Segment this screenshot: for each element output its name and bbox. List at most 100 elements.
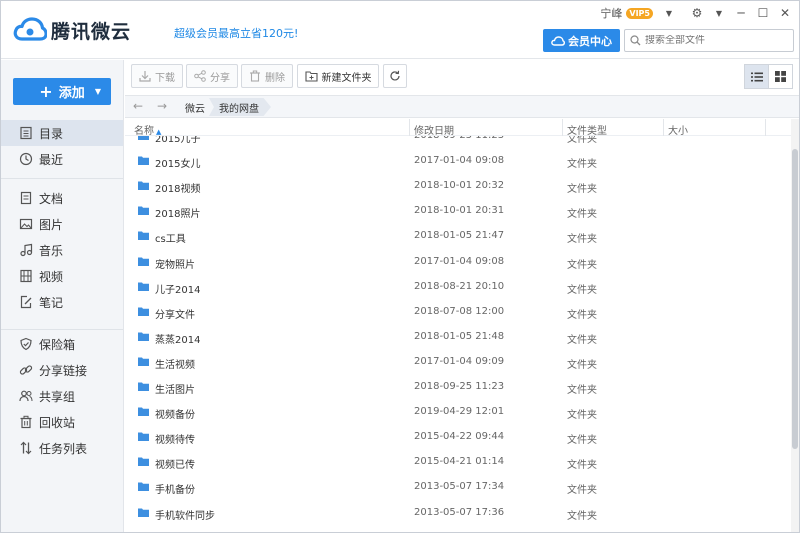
sidebar-item-label: 音乐 (39, 243, 64, 258)
refresh-button[interactable] (383, 64, 407, 88)
sidebar-item-label: 笔记 (39, 295, 64, 310)
sidebar-item-images[interactable]: 图片 (1, 211, 123, 237)
sidebar-item-recent[interactable]: 最近 (1, 146, 123, 172)
file-row[interactable]: 生活视频 2017-01-04 09:09 文件夹 (125, 350, 791, 375)
add-dropdown-icon[interactable]: ▼ (95, 87, 101, 96)
column-modified-header[interactable]: 修改日期 (414, 122, 454, 137)
file-name[interactable]: 2018照片 (155, 205, 200, 220)
folder-icon (138, 482, 149, 492)
file-row[interactable]: 2018视频 2018-10-01 20:32 文件夹 (125, 174, 791, 199)
file-name[interactable]: 视频备份 (155, 406, 195, 421)
file-modified: 2017-01-04 09:08 (414, 255, 505, 267)
file-type: 文件夹 (567, 460, 597, 472)
vip-center-button[interactable]: 会员中心 (543, 29, 620, 52)
sidebar-item-directory[interactable]: 目录 (1, 120, 123, 146)
account-dropdown-icon[interactable]: ▼ (663, 9, 675, 18)
cloud-icon (551, 35, 565, 46)
download-button[interactable]: 下载 (131, 64, 183, 88)
file-row[interactable]: 分享文件 2018-07-08 12:00 文件夹 (125, 300, 791, 325)
file-modified: 2018-10-01 20:31 (414, 205, 505, 217)
column-divider[interactable] (663, 119, 664, 136)
sidebar-item-music[interactable]: 音乐 (1, 237, 123, 263)
grid-view-button[interactable] (768, 64, 793, 89)
file-name[interactable]: 蒸蒸2014 (155, 331, 200, 346)
trash-icon (250, 70, 260, 82)
maximize-icon[interactable]: ☐ (757, 6, 769, 20)
file-name[interactable]: 2018视频 (155, 180, 200, 195)
file-type: 文件夹 (567, 159, 597, 171)
back-arrow-icon[interactable]: ← (133, 99, 143, 113)
minimize-icon[interactable]: ─ (735, 6, 747, 20)
menu-dropdown-icon[interactable]: ▼ (713, 9, 725, 18)
file-modified: 2017-01-04 09:09 (414, 355, 505, 367)
file-name[interactable]: 手机软件同步 (155, 507, 215, 522)
file-row[interactable]: 2018照片 2018-10-01 20:31 文件夹 (125, 199, 791, 224)
breadcrumb-current-label: 我的网盘 (219, 103, 259, 115)
file-name[interactable]: 视频待传 (155, 431, 195, 446)
file-row[interactable]: 儿子2014 2018-08-21 20:10 文件夹 (125, 275, 791, 300)
file-row[interactable]: cs工具 2018-01-05 21:47 文件夹 (125, 224, 791, 249)
column-divider[interactable] (409, 119, 410, 136)
breadcrumb-current[interactable]: 我的网盘 (209, 98, 271, 116)
gear-icon[interactable]: ⚙ (691, 6, 703, 20)
file-row[interactable]: 手机备份 2013-05-07 17:34 文件夹 (125, 475, 791, 500)
breadcrumb-root[interactable]: 微云 (185, 100, 205, 115)
image-icon (19, 218, 33, 230)
file-name[interactable]: 宠物照片 (155, 256, 195, 271)
search-box[interactable] (624, 29, 794, 52)
file-row[interactable]: 视频待传 2015-04-22 09:44 文件夹 (125, 425, 791, 450)
search-icon (630, 35, 641, 46)
sidebar-item-documents[interactable]: 文档 (1, 185, 123, 211)
file-name[interactable]: 生活图片 (155, 381, 195, 396)
sidebar-item-safe[interactable]: 保险箱 (1, 331, 123, 357)
file-row[interactable]: 蒸蒸2014 2018-01-05 21:48 文件夹 (125, 325, 791, 350)
new-folder-button[interactable]: 新建文件夹 (297, 64, 379, 88)
sidebar-item-notes[interactable]: 笔记 (1, 289, 123, 315)
file-type: 文件夹 (567, 234, 597, 246)
list-view-button[interactable] (744, 64, 769, 89)
file-name[interactable]: 视频已传 (155, 456, 195, 471)
folder-icon (138, 307, 149, 316)
sidebar-item-shared-groups[interactable]: 共享组 (1, 383, 123, 409)
scrollbar-thumb[interactable] (792, 149, 798, 449)
column-size-header[interactable]: 大小 (668, 122, 688, 137)
download-icon (139, 71, 151, 82)
file-name[interactable]: 2015女儿 (155, 155, 200, 170)
file-list[interactable]: 2015儿子2018-09-25 11:23文件夹2015女儿2017-01-0… (125, 119, 791, 532)
file-row[interactable]: 2015女儿 2017-01-04 09:08 文件夹 (125, 149, 791, 174)
file-row[interactable]: 视频已传 2015-04-21 01:14 文件夹 (125, 450, 791, 475)
vip-promo-link[interactable]: 超级会员最高立省120元! (174, 25, 298, 41)
file-modified: 2013-05-07 17:34 (414, 481, 505, 493)
sidebar-item-task-list[interactable]: 任务列表 (1, 435, 123, 461)
file-name[interactable]: 生活视频 (155, 356, 195, 371)
column-name-header[interactable]: 名称 ▲ (134, 122, 161, 137)
sidebar-item-label: 目录 (39, 126, 64, 141)
file-row[interactable]: 视频备份 2019-04-29 12:01 文件夹 (125, 400, 791, 425)
column-type-header[interactable]: 文件类型 (567, 122, 607, 137)
file-name[interactable]: 手机备份 (155, 481, 195, 496)
username[interactable]: 宁峰 (600, 5, 622, 21)
search-input[interactable] (645, 35, 785, 46)
plus-icon: + (39, 82, 53, 101)
sidebar-item-share-links[interactable]: 分享链接 (1, 357, 123, 383)
file-modified: 2017-01-04 09:08 (414, 155, 505, 167)
file-row[interactable]: 宠物照片 2017-01-04 09:08 文件夹 (125, 250, 791, 275)
file-row[interactable]: 生活图片 2018-09-25 11:23 文件夹 (125, 375, 791, 400)
share-button[interactable]: 分享 (186, 64, 238, 88)
app-logo[interactable]: 腾讯微云 (13, 15, 131, 45)
file-name[interactable]: cs工具 (155, 230, 186, 245)
column-divider[interactable] (562, 119, 563, 136)
file-row[interactable]: 手机软件同步 2013-05-07 17:36 文件夹 (125, 501, 791, 526)
delete-button[interactable]: 删除 (241, 64, 293, 88)
file-name[interactable]: 分享文件 (155, 306, 195, 321)
add-button[interactable]: + 添加 ▼ (13, 78, 111, 105)
close-icon[interactable]: ✕ (779, 6, 791, 20)
sidebar-item-videos[interactable]: 视频 (1, 263, 123, 289)
column-divider[interactable] (765, 119, 766, 136)
scrollbar[interactable] (791, 119, 799, 532)
file-name[interactable]: 儿子2014 (155, 281, 200, 296)
sidebar-item-recycle-bin[interactable]: 回收站 (1, 409, 123, 435)
file-type: 文件夹 (567, 309, 597, 321)
file-type: 文件夹 (567, 410, 597, 422)
forward-arrow-icon[interactable]: → (157, 99, 167, 113)
